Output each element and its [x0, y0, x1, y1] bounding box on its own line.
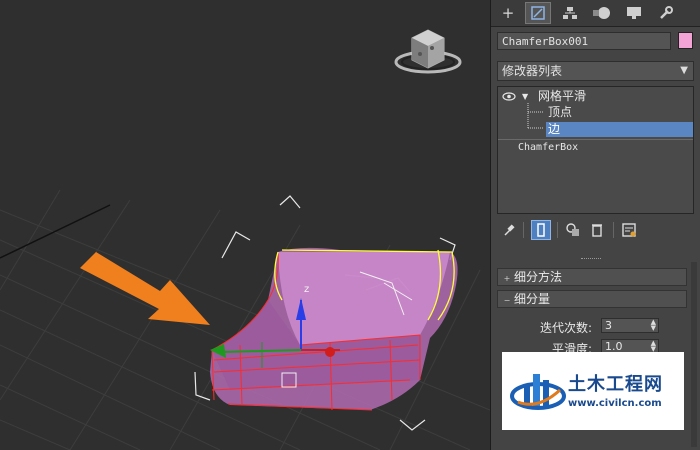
hierarchy-icon[interactable] — [557, 2, 583, 24]
object-color-swatch[interactable] — [678, 32, 693, 49]
orange-pointer-arrow — [80, 252, 210, 325]
modifier-stack: ▼ 网格平滑 顶点 边 ChamferBox — [497, 86, 694, 214]
stack-item-chamferbox[interactable]: ChamferBox — [498, 140, 693, 155]
chevron-down-icon: ▼ — [680, 65, 688, 76]
modifier-list-dropdown[interactable]: 修改器列表 ▼ — [497, 61, 694, 81]
modifier-list-label: 修改器列表 — [502, 64, 563, 78]
show-end-result-icon[interactable] — [531, 220, 551, 240]
configure-sets-icon[interactable] — [619, 220, 639, 240]
modify-icon[interactable] — [525, 2, 551, 24]
create-icon[interactable]: + — [495, 2, 521, 24]
watermark-logo — [510, 374, 566, 410]
collapsed-triangle-icon: + — [503, 274, 511, 283]
remove-modifier-icon[interactable] — [587, 220, 607, 240]
stack-base-label: ChamferBox — [518, 142, 579, 153]
rollout-subdivision-method[interactable]: + 细分方法 — [497, 268, 687, 286]
iterations-label: 迭代次数: — [539, 321, 592, 335]
watermark: 土木工程网 www.civilcn.com — [502, 352, 684, 430]
iterations-row: 迭代次数: 3 ▲ ▼ — [497, 318, 687, 336]
command-panel-tabs: + — [491, 0, 700, 27]
perspective-viewport[interactable]: z — [0, 0, 490, 450]
toolbar-divider — [557, 222, 558, 238]
toolbar-divider — [613, 222, 614, 238]
iterations-value: 3 — [605, 319, 612, 332]
grid-axis-line — [0, 204, 111, 259]
panel-scrollbar[interactable] — [691, 262, 697, 447]
stack-toolbar — [497, 220, 694, 242]
stack-item-edge[interactable]: 边 — [546, 122, 693, 137]
stack-modifier-label: 网格平滑 — [538, 89, 587, 103]
rollout-grip — [581, 258, 601, 261]
object-name-field[interactable]: ChamferBox001 — [497, 32, 671, 50]
spinner-arrows-icon[interactable]: ▲ ▼ — [651, 340, 656, 353]
expanded-triangle-icon: − — [503, 296, 511, 305]
stack-vertex-label: 顶点 — [548, 105, 573, 119]
watermark-url: www.civilcn.com — [568, 398, 662, 409]
viewport-scene: z — [0, 29, 490, 450]
make-unique-icon[interactable] — [563, 220, 583, 240]
iterations-spinner[interactable]: 3 ▲ ▼ — [601, 318, 659, 333]
spinner-arrows-icon[interactable]: ▲ ▼ — [651, 319, 656, 332]
rollout-title: 细分量 — [514, 292, 551, 306]
expand-triangle-icon[interactable]: ▼ — [522, 89, 528, 104]
motion-icon[interactable] — [589, 2, 615, 24]
gizmo-z-label: z — [304, 284, 309, 295]
rollout-title: 细分方法 — [514, 270, 563, 284]
pin-stack-icon[interactable] — [499, 220, 519, 240]
chamfer-box-mesh[interactable] — [210, 247, 458, 411]
viewcube[interactable] — [394, 29, 462, 74]
watermark-brand: 土木工程网 — [568, 374, 663, 395]
utilities-icon[interactable] — [653, 2, 679, 24]
rollout-subdivision-amount[interactable]: − 细分量 — [497, 290, 687, 308]
stack-edge-label: 边 — [548, 122, 561, 136]
stack-item-vertex[interactable]: 顶点 — [498, 105, 693, 120]
toolbar-divider — [523, 222, 524, 238]
display-icon[interactable] — [621, 2, 647, 24]
stack-item-meshsmooth[interactable]: ▼ 网格平滑 — [498, 89, 693, 104]
